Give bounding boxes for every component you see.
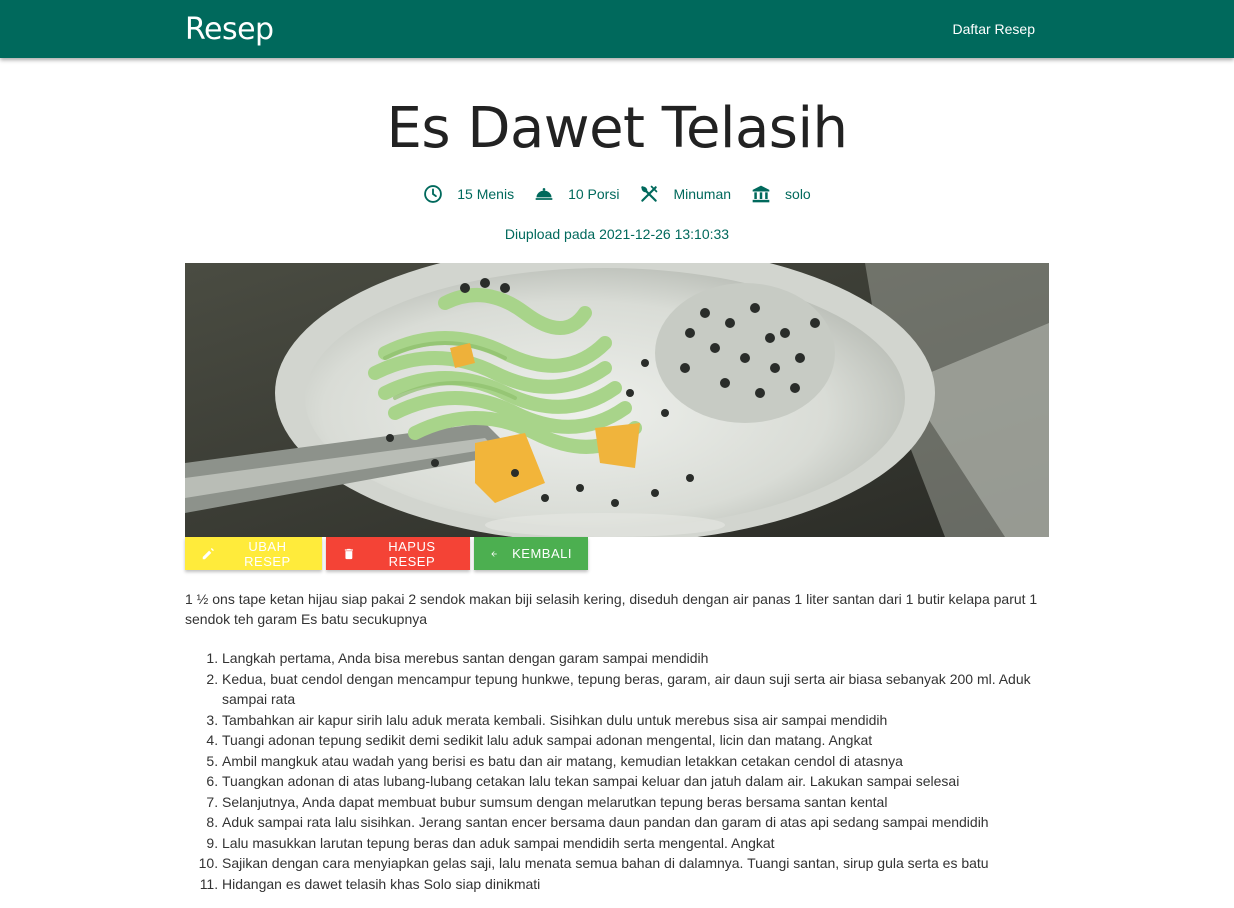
clock-icon [424, 185, 443, 203]
step-item: Sajikan dengan cara menyiapkan gelas saj… [222, 853, 1049, 874]
upload-timestamp: Diupload pada 2021-12-26 13:10:33 [504, 226, 730, 242]
step-item: Ambil mangkuk atau wadah yang berisi es … [222, 751, 1049, 772]
meta-portions: 10 Porsi [534, 184, 619, 204]
meta-origin: solo [751, 184, 811, 204]
trash-icon [344, 548, 353, 559]
brand-logo[interactable]: Resep [185, 12, 274, 47]
step-item: Tambahkan air kapur sirih lalu aduk mera… [222, 710, 1049, 731]
back-label: Kembali [512, 546, 572, 561]
meta-portions-text: 10 Porsi [568, 186, 620, 202]
step-item: Aduk sampai rata lalu sisihkan. Jerang s… [222, 812, 1049, 833]
ingredients-text: 1 ½ ons tape ketan hijau siap pakai 2 se… [185, 591, 1038, 627]
meta-category-text: Minuman [673, 186, 732, 202]
edit-recipe-label: Ubah Resep [244, 538, 291, 569]
step-item: Hidangan es dawet telasih khas Solo siap… [222, 874, 1049, 895]
edit-recipe-button[interactable]: Ubah Resep [185, 537, 322, 570]
recipe-photo-image [185, 263, 1049, 537]
utensils-icon [641, 185, 658, 202]
recipe-title: Es Dawet Telasih [386, 96, 848, 161]
nav-link-daftar-resep[interactable]: Daftar Resep [953, 21, 1035, 37]
step-item: Tuangkan adonan di atas lubang-lubang ce… [222, 771, 1049, 792]
step-item: Tuangi adonan tepung sedikit demi sediki… [222, 730, 1049, 751]
back-button[interactable]: Kembali [474, 537, 588, 570]
step-item: Langkah pertama, Anda bisa merebus santa… [222, 648, 1049, 669]
museum-icon [752, 185, 770, 203]
food-cover-icon [535, 188, 553, 200]
meta-time: 15 Menis [423, 184, 514, 204]
steps-list: Langkah pertama, Anda bisa merebus santa… [185, 648, 1049, 894]
step-item: Selanjutnya, Anda dapat membuat bubur su… [222, 792, 1049, 813]
meta-category: Minuman [639, 184, 731, 204]
top-navbar: Resep Daftar Resep [0, 0, 1234, 58]
delete-recipe-button[interactable]: Hapus Resep [326, 537, 470, 570]
meta-origin-text: solo [785, 186, 811, 202]
meta-time-text: 15 Menis [457, 186, 515, 202]
step-item: Lalu masukkan larutan tepung beras dan a… [222, 833, 1049, 854]
arrow-left-icon [491, 550, 497, 557]
step-item: Kedua, buat cendol dengan mencampur tepu… [222, 669, 1049, 710]
pencil-icon [202, 547, 214, 559]
delete-recipe-label: Hapus Resep [388, 538, 436, 569]
recipe-photo [185, 263, 1049, 537]
recipe-meta: 15 Menis 10 Porsi Minuman solo [0, 182, 1234, 206]
